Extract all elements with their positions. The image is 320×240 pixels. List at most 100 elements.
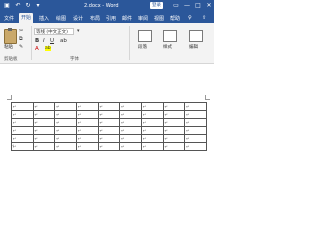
share-icon[interactable]: ⇪ <box>202 15 206 21</box>
tab-mailings[interactable]: 邮件 <box>122 15 132 22</box>
window-title: 2.docx - Word <box>84 3 119 9</box>
table-cell[interactable]: ↵ <box>97 126 121 135</box>
tab-review[interactable]: 审阅 <box>138 15 148 22</box>
table-cell[interactable]: ↵ <box>54 134 77 143</box>
table-cell[interactable]: ↵ <box>32 126 56 135</box>
table-cell[interactable]: ↵ <box>97 134 121 143</box>
table-cell[interactable]: ↵ <box>97 102 121 111</box>
styles-button[interactable]: 样式 <box>163 44 172 50</box>
table-cell[interactable]: ↵ <box>119 142 142 151</box>
table-cell[interactable]: ↵ <box>54 142 77 151</box>
table-cell[interactable]: ↵ <box>97 142 121 151</box>
table-cell[interactable]: ↵ <box>11 134 34 143</box>
lightbulb-icon[interactable]: ♀ <box>188 15 192 21</box>
highlight-icon[interactable]: ab <box>45 46 51 51</box>
tab-home[interactable]: 开始 <box>19 13 34 23</box>
customize-quick-access-icon[interactable]: ▾ <box>34 2 42 10</box>
paragraph-icon[interactable] <box>138 30 152 42</box>
table-cell[interactable]: ↵ <box>75 102 99 111</box>
table-cell[interactable]: ↵ <box>162 134 186 143</box>
table-cell[interactable]: ↵ <box>11 126 34 135</box>
cut-icon[interactable]: ✂ <box>19 28 23 34</box>
table-cell[interactable]: ↵ <box>119 102 142 111</box>
styles-icon[interactable] <box>163 30 177 42</box>
table-cell[interactable]: ↵ <box>32 134 56 143</box>
paste-button[interactable]: 粘贴 <box>4 44 13 50</box>
table-cell[interactable]: ↵ <box>162 142 186 151</box>
underline-button[interactable]: U <box>50 38 54 44</box>
table-row: ↵ ↵ ↵ ↵ ↵ ↵ ↵ ↵ ↵ <box>11 142 207 151</box>
table-cell[interactable]: ↵ <box>140 110 164 119</box>
copy-icon[interactable]: ⧉ <box>19 36 23 42</box>
table-cell[interactable]: ↵ <box>184 142 207 151</box>
table-row: ↵ ↵ ↵ ↵ ↵ ↵ ↵ ↵ ↵ <box>11 110 207 119</box>
document-table[interactable]: ↵ ↵ ↵ ↵ ↵ ↵ ↵ ↵ ↵ ↵ ↵ ↵ ↵ ↵ ↵ ↵ ↵ ↵ ↵ ↵ ↵ ↵ ↵ ↵ ↵ ↵ ↵ ↵ ↵ ↵ ↵ ↵ ↵ ↵ ↵ ↵ ↵ ↵ ↵ ↵… <box>11 102 207 151</box>
table-cell[interactable]: ↵ <box>97 110 121 119</box>
format-painter-icon[interactable]: ✎ <box>19 44 23 50</box>
table-cell[interactable]: ↵ <box>162 110 186 119</box>
table-cell[interactable]: ↵ <box>140 134 164 143</box>
editing-button[interactable]: 编辑 <box>189 44 198 50</box>
table-cell[interactable]: ↵ <box>184 126 207 135</box>
ribbon-display-icon[interactable]: ▭ <box>171 1 181 11</box>
tab-design[interactable]: 设计 <box>73 15 83 22</box>
table-cell[interactable]: ↵ <box>11 110 34 119</box>
table-cell[interactable]: ↵ <box>184 118 207 127</box>
login-button[interactable]: 登录 <box>150 2 163 9</box>
clipboard-icon[interactable] <box>4 28 17 44</box>
table-cell[interactable]: ↵ <box>75 126 99 135</box>
table-cell[interactable]: ↵ <box>97 118 121 127</box>
table-cell[interactable]: ↵ <box>119 126 142 135</box>
bold-button[interactable]: B <box>35 38 39 44</box>
table-cell[interactable]: ↵ <box>11 142 34 151</box>
italic-button[interactable]: I <box>43 38 45 44</box>
table-cell[interactable]: ↵ <box>119 118 142 127</box>
table-cell[interactable]: ↵ <box>75 118 99 127</box>
tab-references[interactable]: 引用 <box>106 15 116 22</box>
tab-draw[interactable]: 绘图 <box>56 15 66 22</box>
save-icon[interactable]: ▣ <box>3 2 11 10</box>
table-cell[interactable]: ↵ <box>11 118 34 127</box>
table-cell[interactable]: ↵ <box>32 110 56 119</box>
maximize-button[interactable]: □ <box>193 1 203 11</box>
table-cell[interactable]: ↵ <box>119 110 142 119</box>
tab-help[interactable]: 帮助 <box>170 15 180 22</box>
strikethrough-icon[interactable]: ab <box>60 38 67 44</box>
table-cell[interactable]: ↵ <box>32 118 56 127</box>
font-size-select[interactable]: ▾ <box>77 28 80 34</box>
margin-corner-marker <box>7 95 12 100</box>
table-cell[interactable]: ↵ <box>162 118 186 127</box>
table-cell[interactable]: ↵ <box>54 110 77 119</box>
close-button[interactable]: ✕ <box>204 1 214 11</box>
table-cell[interactable]: ↵ <box>54 118 77 127</box>
table-cell[interactable]: ↵ <box>54 126 77 135</box>
undo-icon[interactable]: ↶ <box>14 2 22 10</box>
table-cell[interactable]: ↵ <box>32 102 56 111</box>
paragraph-button[interactable]: 段落 <box>138 44 147 50</box>
table-cell[interactable]: ↵ <box>184 134 207 143</box>
table-cell[interactable]: ↵ <box>32 142 56 151</box>
table-cell[interactable]: ↵ <box>54 102 77 111</box>
table-cell[interactable]: ↵ <box>140 142 164 151</box>
table-cell[interactable]: ↵ <box>75 110 99 119</box>
table-cell[interactable]: ↵ <box>184 102 207 111</box>
table-cell[interactable]: ↵ <box>184 110 207 119</box>
minimize-button[interactable]: — <box>182 1 192 11</box>
table-cell[interactable]: ↵ <box>119 134 142 143</box>
table-cell[interactable]: ↵ <box>75 142 99 151</box>
table-cell[interactable]: ↵ <box>11 102 34 111</box>
font-name-select[interactable]: 等线 (中文正文) <box>34 28 74 35</box>
tab-insert[interactable]: 插入 <box>39 15 49 22</box>
font-color-button[interactable]: A <box>35 46 39 52</box>
editing-icon[interactable] <box>189 30 203 42</box>
table-cell[interactable]: ↵ <box>162 126 186 135</box>
table-cell[interactable]: ↵ <box>162 102 186 111</box>
table-cell[interactable]: ↵ <box>140 102 164 111</box>
table-cell[interactable]: ↵ <box>140 118 164 127</box>
tab-file[interactable]: 文件 <box>4 15 14 22</box>
table-cell[interactable]: ↵ <box>75 134 99 143</box>
tab-layout[interactable]: 布局 <box>90 15 100 22</box>
table-cell[interactable]: ↵ <box>140 126 164 135</box>
redo-icon[interactable]: ↻ <box>24 2 32 10</box>
tab-view[interactable]: 视图 <box>154 15 164 22</box>
